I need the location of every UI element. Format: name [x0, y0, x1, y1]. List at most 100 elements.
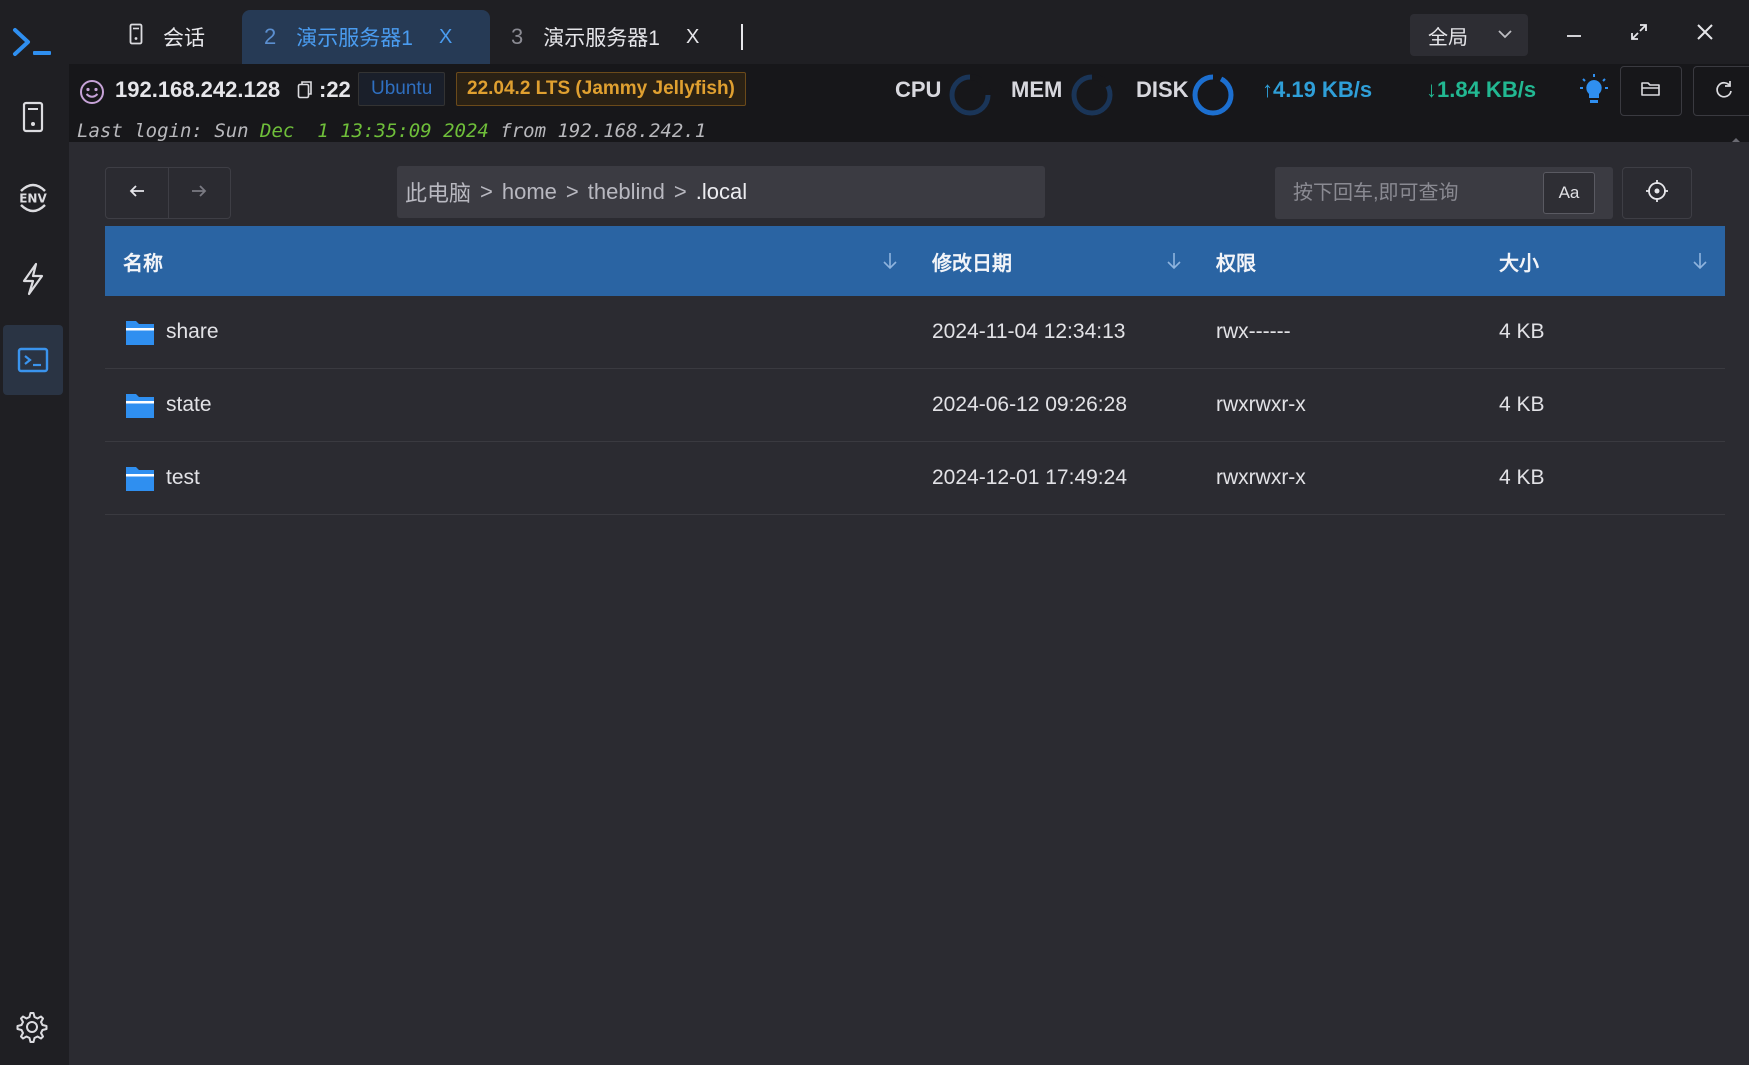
- connection-status-icon: [79, 79, 105, 110]
- host-ip: 192.168.242.128: [115, 77, 281, 102]
- minimize-icon: [1565, 23, 1583, 46]
- column-name-label: 名称: [123, 252, 163, 275]
- terminal-last-login-line: Last login: Sun Dec 1 13:35:09 2024 from…: [77, 120, 706, 142]
- file-name: share: [166, 320, 219, 343]
- tab-title: 演示服务器1: [296, 27, 413, 50]
- host-port: :22: [319, 77, 351, 102]
- scope-dropdown[interactable]: 全局: [1410, 14, 1528, 56]
- match-case-toggle[interactable]: Aa: [1543, 172, 1595, 214]
- env-icon: ENV: [15, 181, 51, 215]
- history-nav: [105, 167, 231, 219]
- breadcrumb-current[interactable]: .local: [696, 179, 747, 205]
- column-size-label: 大小: [1499, 252, 1539, 275]
- refresh-button[interactable]: [1693, 66, 1749, 116]
- mem-label: MEM: [1011, 77, 1063, 102]
- sort-arrow-down-icon[interactable]: [1165, 226, 1183, 296]
- open-folder-button[interactable]: [1620, 66, 1682, 116]
- folder-icon: [125, 391, 155, 425]
- last-login-month: Dec: [260, 120, 295, 142]
- server-status-bar: 192.168.242.128 :22 Ubuntu 22.04.2 LTS (…: [69, 64, 1749, 142]
- disk-gauge: [1190, 72, 1236, 123]
- file-table: 名称 修改日期 权限 大小 share 2024-11-04 12:34:13 …: [105, 226, 1725, 515]
- sort-arrow-down-icon[interactable]: [881, 226, 899, 296]
- expand-icon: [1629, 22, 1649, 47]
- file-name: test: [166, 466, 200, 489]
- lightbulb-icon[interactable]: [1579, 74, 1609, 111]
- column-header-name[interactable]: 名称: [123, 226, 163, 296]
- last-login-prefix: Last login: Sun: [77, 120, 261, 142]
- tab-close-button[interactable]: X: [439, 26, 452, 49]
- terminal-icon: [17, 347, 49, 373]
- sort-arrow-down-icon[interactable]: [1691, 226, 1709, 296]
- sidebar-item-servers[interactable]: [3, 82, 63, 152]
- sidebar-item-terminal[interactable]: [3, 325, 63, 395]
- close-icon: [1695, 22, 1715, 47]
- scroll-up-icon[interactable]: [1729, 132, 1743, 142]
- download-speed: ↓1.84 KB/s: [1426, 77, 1537, 102]
- upload-speed: ↑4.19 KB/s: [1262, 77, 1373, 102]
- os-badge: Ubuntu: [358, 72, 446, 106]
- disk-label: DISK: [1136, 77, 1189, 102]
- breadcrumb-item[interactable]: 此电脑: [405, 176, 471, 208]
- search-input[interactable]: [1275, 167, 1545, 219]
- cpu-label: CPU: [895, 77, 942, 102]
- maximize-button[interactable]: [1617, 14, 1661, 54]
- breadcrumb-separator: >: [565, 179, 579, 204]
- tab-sessions[interactable]: 会话: [129, 10, 205, 64]
- file-size: 4 KB: [1499, 466, 1545, 489]
- file-permissions: rwxrwxr-x: [1216, 393, 1306, 416]
- column-header-size[interactable]: 大小: [1499, 226, 1539, 296]
- column-header-permissions[interactable]: 权限: [1216, 226, 1256, 296]
- folder-open-icon: [1640, 80, 1662, 103]
- tab-server-2[interactable]: 2 演示服务器1 X: [242, 10, 490, 64]
- svg-text:ENV: ENV: [19, 192, 47, 206]
- file-permissions: rwxrwxr-x: [1216, 466, 1306, 489]
- version-badge: 22.04.2 LTS (Jammy Jellyfish): [456, 72, 746, 106]
- column-perm-label: 权限: [1216, 252, 1256, 275]
- locate-button[interactable]: [1622, 167, 1692, 219]
- table-row[interactable]: state 2024-06-12 09:26:28 rwxrwxr-x 4 KB: [105, 369, 1725, 442]
- breadcrumb-separator: >: [480, 179, 493, 204]
- back-button[interactable]: [106, 168, 168, 218]
- app-logo-icon: [10, 22, 56, 62]
- crosshair-icon: [1645, 179, 1669, 208]
- chevron-down-icon: [1496, 25, 1514, 49]
- copy-icon[interactable]: [297, 80, 313, 105]
- sidebar-item-env[interactable]: ENV: [3, 163, 63, 233]
- settings-button[interactable]: [15, 1010, 49, 1044]
- file-size: 4 KB: [1499, 393, 1545, 416]
- close-window-button[interactable]: [1683, 14, 1727, 54]
- column-modified-label: 修改日期: [932, 252, 1012, 275]
- app-window: ENV 会话 2 演示服务器1 X 3 演示服务器1 X 全局 192.168.…: [0, 0, 1749, 1065]
- table-row[interactable]: share 2024-11-04 12:34:13 rwx------ 4 KB: [105, 296, 1725, 369]
- file-modified: 2024-11-04 12:34:13: [932, 320, 1126, 343]
- tab-insert-cursor: [741, 24, 743, 50]
- scope-label: 全局: [1428, 26, 1468, 49]
- lightning-icon: [20, 262, 46, 296]
- tab-bar: 会话 2 演示服务器1 X 3 演示服务器1 X 全局: [69, 0, 1749, 64]
- minimize-button[interactable]: [1552, 14, 1596, 54]
- tab-index: 2: [264, 24, 277, 49]
- gear-icon: [15, 1010, 49, 1044]
- tab-sessions-label: 会话: [163, 27, 205, 50]
- breadcrumb[interactable]: 此电脑 > home > theblind > .local: [397, 166, 1045, 218]
- refresh-icon: [1714, 79, 1734, 104]
- table-row[interactable]: test 2024-12-01 17:49:24 rwxrwxr-x 4 KB: [105, 442, 1725, 515]
- breadcrumb-item[interactable]: home: [502, 179, 557, 205]
- mem-gauge: [1069, 72, 1115, 123]
- file-modified: 2024-06-12 09:26:28: [932, 393, 1127, 416]
- file-name: state: [166, 393, 212, 416]
- tab-server-3[interactable]: 3 演示服务器1 X: [511, 10, 699, 64]
- column-header-modified[interactable]: 修改日期: [932, 226, 1012, 296]
- tab-close-button[interactable]: X: [686, 26, 699, 49]
- tab-title: 演示服务器1: [543, 27, 660, 50]
- last-login-suffix: from 192.168.242.1: [488, 120, 707, 142]
- file-search: Aa: [1275, 167, 1613, 219]
- forward-button[interactable]: [167, 168, 230, 218]
- breadcrumb-item[interactable]: theblind: [588, 179, 665, 205]
- phone-device-icon: [22, 101, 44, 133]
- file-browser: 此电脑 > home > theblind > .local Aa 名称: [69, 142, 1749, 1065]
- sidebar-item-quick-command[interactable]: [3, 244, 63, 314]
- file-modified: 2024-12-01 17:49:24: [932, 466, 1127, 489]
- folder-icon: [125, 464, 155, 498]
